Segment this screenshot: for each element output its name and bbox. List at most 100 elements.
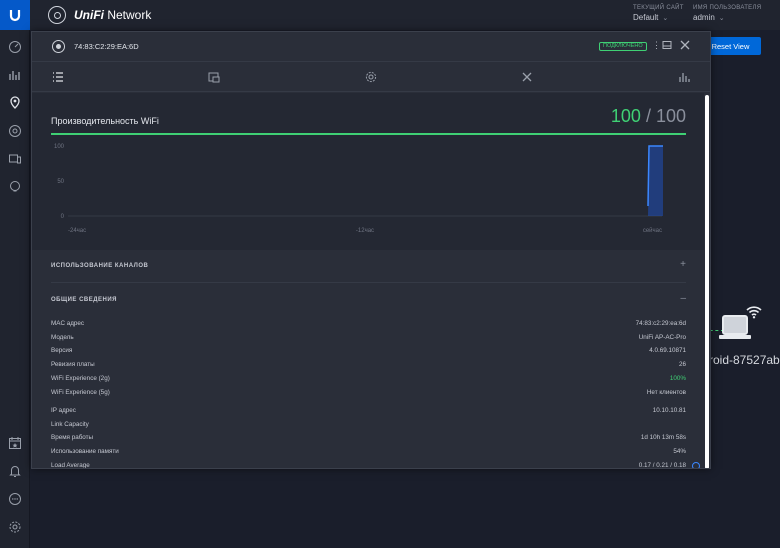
score-separator: / [640, 106, 656, 126]
info-value: 54% [673, 448, 686, 455]
close-icon[interactable] [680, 40, 690, 52]
ubiquiti-logo-icon[interactable] [0, 0, 30, 30]
info-row: Load Average 0.17 / 0.21 / 0.18 [51, 462, 700, 469]
info-key: Load Average [51, 462, 90, 469]
divider [51, 282, 686, 283]
info-key: IP адрес [51, 407, 76, 414]
tools-icon [522, 72, 532, 82]
info-row: IP адрес 10.10.10.81 [51, 407, 686, 417]
score-current: 100 [610, 106, 641, 126]
info-value: UniFi AP-AC-Pro [638, 334, 686, 341]
y-tick-label: 50 [57, 179, 64, 185]
devices-icon[interactable] [7, 123, 23, 139]
info-row: Ревизия платы 26 [51, 361, 686, 371]
status-badge: ПОДКЛЮЧЕНО [599, 42, 647, 51]
info-key: Использование памяти [51, 448, 119, 455]
info-row: Использование памяти 54% [51, 448, 686, 458]
tab-settings[interactable] [363, 69, 379, 85]
gear-icon [365, 71, 377, 83]
brand[interactable]: UniFi Network [48, 6, 151, 24]
info-value: 0.17 / 0.21 / 0.18 [638, 462, 686, 469]
info-value: 74:83:c2:29:ea:6d [635, 320, 686, 327]
info-row: Link Capacity [51, 421, 686, 431]
info-key: Модель [51, 334, 74, 341]
map-device-label[interactable]: roid-87527ab [709, 353, 780, 367]
y-tick-label: 100 [54, 144, 65, 150]
x-tick-label: -12час [356, 228, 374, 234]
bar-chart-icon [679, 73, 690, 82]
pop-out-icon[interactable] [662, 40, 672, 52]
panel-body: Производительность WiFi 100 / 100 100 50 0… [32, 93, 704, 469]
info-row: MAC адрес 74:83:c2:29:ea:6d [51, 320, 686, 330]
x-tick-label: -24час [68, 228, 86, 234]
y-tick-label: 0 [61, 214, 65, 220]
settings-icon[interactable] [7, 519, 23, 535]
user-label: ИМЯ ПОЛЬЗОВАТЕЛЯ [693, 5, 762, 11]
info-row: Модель UniFi AP-AC-Pro [51, 334, 686, 344]
access-point-icon [52, 40, 65, 53]
chat-icon[interactable] [7, 491, 23, 507]
chevron-down-icon: ⌄ [718, 15, 725, 22]
general-info-header[interactable]: ОБЩИЕ СВЕДЕНИЯ [51, 297, 117, 303]
wifi-performance-section: Производительность WiFi 100 / 100 100 50 0… [32, 93, 704, 250]
client-laptop-icon[interactable] [719, 315, 751, 339]
scrollbar-thumb[interactable] [705, 95, 709, 468]
panel-header: 74:83:C2:29:EA:6D ПОДКЛЮЧЕНО ⋮ [32, 32, 710, 62]
site-selector[interactable]: ТЕКУЩИЙ САЙТ Default ⌄ [633, 5, 684, 22]
panel-tabs [32, 62, 710, 92]
info-value: Нет клиентов [646, 389, 686, 396]
user-value: admin [693, 13, 715, 22]
wifi-icon [746, 305, 762, 322]
left-sidebar [0, 0, 30, 548]
insights-icon[interactable] [7, 179, 23, 195]
more-vertical-icon[interactable]: ⋮ [652, 40, 661, 51]
chevron-down-icon: ⌄ [662, 15, 669, 22]
x-tick-label: сейчас [643, 227, 662, 234]
info-row: WiFi Experience (5g) Нет клиентов [51, 389, 686, 399]
collapse-minus-icon[interactable]: – [680, 293, 686, 304]
tab-statistics[interactable] [676, 69, 692, 85]
chart-area [648, 146, 663, 216]
dashboard-icon[interactable] [7, 39, 23, 55]
info-key: MAC адрес [51, 320, 85, 327]
expand-plus-icon[interactable]: + [680, 259, 686, 270]
events-icon[interactable] [7, 435, 23, 451]
performance-title: Производительность WiFi [51, 116, 159, 126]
info-key: WiFi Experience (2g) [51, 375, 110, 382]
device-properties-panel: 74:83:C2:29:EA:6D ПОДКЛЮЧЕНО ⋮ Производи… [31, 31, 711, 469]
tab-tools[interactable] [519, 69, 535, 85]
info-value: 1d 10h 13m 58s [640, 434, 686, 441]
site-label: ТЕКУЩИЙ САЙТ [633, 5, 684, 11]
performance-chart: 100 50 0 -24час -12час сейчас [54, 144, 663, 234]
clients-icon[interactable] [7, 151, 23, 167]
info-key: Версия [51, 347, 73, 354]
info-icon[interactable] [692, 462, 700, 468]
tab-details[interactable] [50, 69, 66, 85]
user-menu[interactable]: ИМЯ ПОЛЬЗОВАТЕЛЯ admin ⌄ [693, 5, 761, 22]
list-icon [53, 72, 63, 82]
brand-name: UniFi Network [74, 8, 152, 22]
map-icon[interactable] [7, 95, 23, 111]
scrollbar[interactable] [704, 93, 710, 468]
info-key: Link Capacity [51, 421, 89, 428]
device-mac-title: 74:83:C2:29:EA:6D [74, 42, 139, 51]
info-key: Время работы [51, 434, 94, 441]
performance-score: 100 / 100 [611, 106, 686, 127]
alerts-icon[interactable] [7, 463, 23, 479]
unifi-logo-icon [48, 6, 66, 24]
top-bar: UniFi Network ТЕКУЩИЙ САЙТ Default ⌄ ИМЯ … [30, 0, 780, 30]
info-key: WiFi Experience (5g) [51, 389, 110, 396]
statistics-icon[interactable] [7, 67, 23, 83]
score-max: 100 [655, 106, 686, 126]
info-row: Версия 4.0.69.10871 [51, 347, 686, 357]
info-value: 10.10.10.81 [652, 407, 686, 414]
info-value: 26 [678, 361, 686, 368]
info-value: 4.0.69.10871 [649, 347, 686, 354]
info-value: 100% [669, 375, 686, 382]
channel-usage-header[interactable]: ИСПОЛЬЗОВАНИЕ КАНАЛОВ [51, 263, 148, 269]
tab-config[interactable] [206, 69, 222, 85]
info-key: Ревизия платы [51, 361, 95, 368]
info-row: Время работы 1d 10h 13m 58s [51, 434, 686, 444]
site-value: Default [633, 13, 659, 22]
info-row: WiFi Experience (2g) 100% [51, 375, 686, 385]
